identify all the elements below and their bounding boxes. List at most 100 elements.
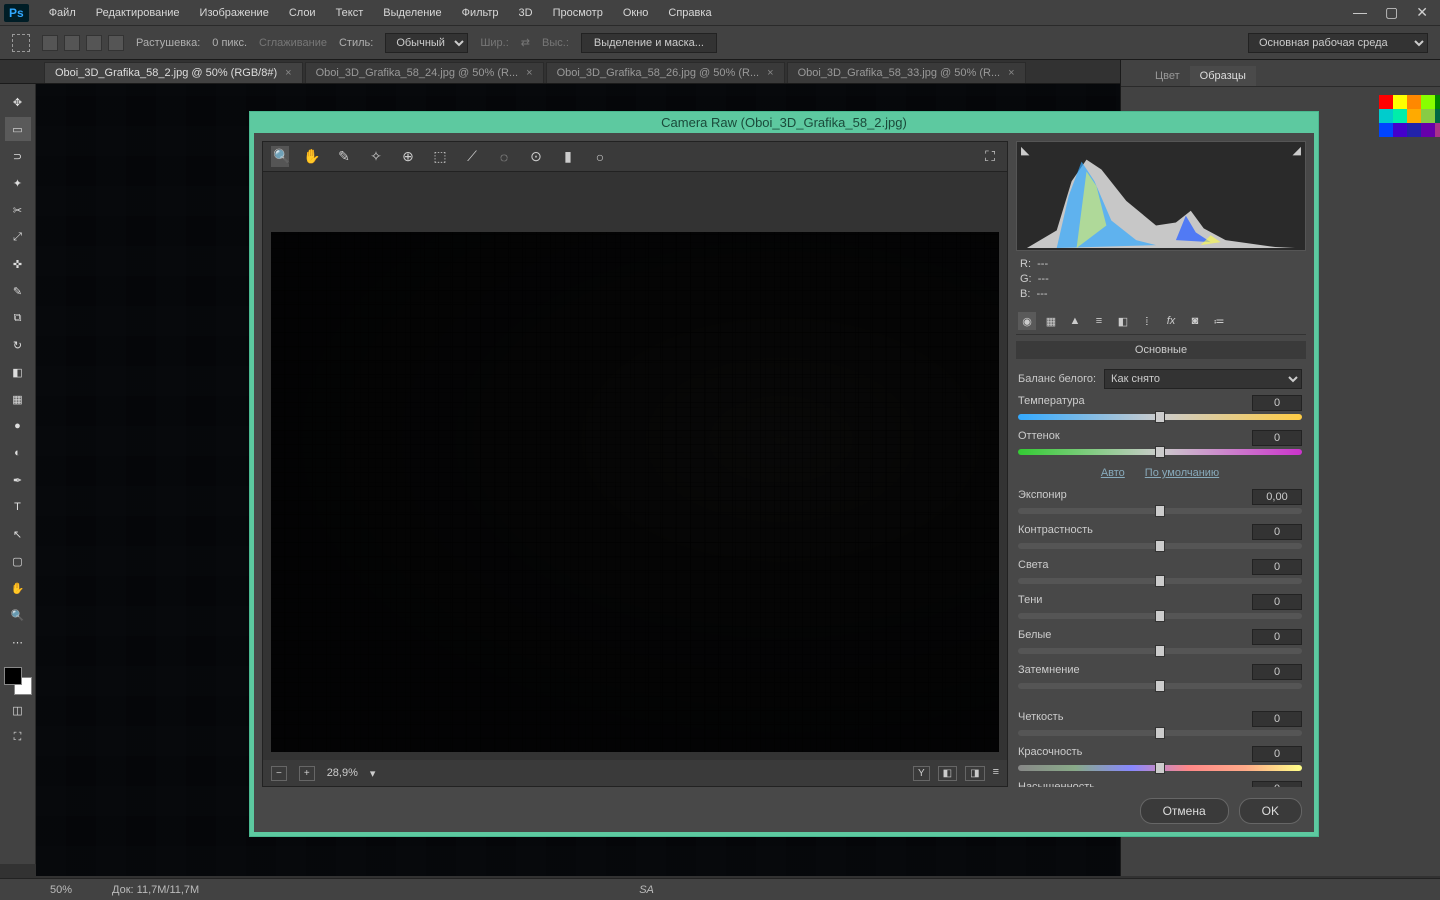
zoom-tool-icon[interactable]: 🔍 <box>5 603 31 627</box>
more-tools-icon[interactable]: ⋯ <box>5 630 31 654</box>
swatch-cell[interactable] <box>1393 123 1407 137</box>
gradient-tool-icon[interactable]: ▦ <box>5 387 31 411</box>
slider-track[interactable] <box>1018 508 1302 514</box>
eyedropper-tool-icon[interactable]: ⤢ <box>5 225 31 249</box>
cr-preview-before-icon[interactable]: ◨ <box>965 766 984 781</box>
slider-value-input[interactable] <box>1252 711 1302 727</box>
cr-crop-tool-icon[interactable]: ⬚ <box>431 148 449 165</box>
swatch-cell[interactable] <box>1421 95 1435 109</box>
cr-detail-tab-icon[interactable]: ▲ <box>1066 312 1084 330</box>
doc-tab-1[interactable]: Oboi_3D_Grafika_58_2.jpg @ 50% (RGB/8#)× <box>44 62 303 83</box>
slider-thumb[interactable] <box>1155 505 1165 517</box>
cr-hand-tool-icon[interactable]: ✋ <box>303 148 321 165</box>
swatch-cell[interactable] <box>1435 109 1440 123</box>
swatch-cell[interactable] <box>1407 123 1421 137</box>
slider-track[interactable] <box>1018 765 1302 771</box>
cr-preview[interactable] <box>271 232 999 752</box>
cr-preview-split-icon[interactable]: ◧ <box>938 766 957 781</box>
swatch-grid[interactable] <box>1367 87 1440 145</box>
slider-thumb[interactable] <box>1155 411 1165 423</box>
cr-zoomin-icon[interactable]: + <box>299 766 315 781</box>
cr-zoom-value[interactable]: 28,9% <box>327 767 358 779</box>
slider-thumb[interactable] <box>1155 540 1165 552</box>
cr-lens-tab-icon[interactable]: ⵂ <box>1138 312 1156 330</box>
swatch-cell[interactable] <box>1393 95 1407 109</box>
slider-value-input[interactable] <box>1252 430 1302 446</box>
cr-adjustbrush-tool-icon[interactable]: ▮ <box>559 148 577 165</box>
slider-track[interactable] <box>1018 730 1302 736</box>
slider-thumb[interactable] <box>1155 575 1165 587</box>
cr-zoom-tool-icon[interactable]: 🔍 <box>271 146 289 167</box>
close-icon[interactable]: ✕ <box>1416 4 1428 21</box>
screenmode-icon[interactable]: ⛶ <box>5 725 31 749</box>
slider-thumb[interactable] <box>1155 446 1165 458</box>
slider-value-input[interactable] <box>1252 559 1302 575</box>
tab-close-icon[interactable]: × <box>285 67 291 79</box>
slider-track[interactable] <box>1018 683 1302 689</box>
menu-text[interactable]: Текст <box>326 7 374 19</box>
menu-image[interactable]: Изображение <box>190 7 279 19</box>
workspace-select[interactable]: Основная рабочая среда <box>1248 33 1428 53</box>
menu-edit[interactable]: Редактирование <box>86 7 190 19</box>
cr-camera-tab-icon[interactable]: ◙ <box>1186 312 1204 330</box>
cr-colorsampler-tool-icon[interactable]: ✧ <box>367 148 385 165</box>
slider-value-input[interactable] <box>1252 629 1302 645</box>
slider-value-input[interactable] <box>1252 746 1302 762</box>
cr-target-tool-icon[interactable]: ⊕ <box>399 148 417 165</box>
select-and-mask-button[interactable]: Выделение и маска... <box>581 33 717 53</box>
slider-value-input[interactable] <box>1252 664 1302 680</box>
slider-track[interactable] <box>1018 414 1302 420</box>
tab-close-icon[interactable]: × <box>767 67 773 79</box>
swatch-cell[interactable] <box>1435 123 1440 137</box>
slider-track[interactable] <box>1018 449 1302 455</box>
cr-histogram[interactable]: ◣ ◢ <box>1016 141 1306 251</box>
cr-gradfilter-tool-icon[interactable]: ○ <box>591 149 609 165</box>
swatch-cell[interactable] <box>1435 95 1440 109</box>
sel-add-icon[interactable] <box>64 35 80 51</box>
maximize-icon[interactable]: ▢ <box>1385 4 1398 21</box>
slider-thumb[interactable] <box>1155 680 1165 692</box>
highlight-clip-icon[interactable]: ◢ <box>1293 144 1301 157</box>
blur-tool-icon[interactable]: ● <box>5 414 31 438</box>
cr-fullscreen-icon[interactable]: ⛶ <box>981 148 999 165</box>
cr-presets-tab-icon[interactable]: ≔ <box>1210 312 1228 330</box>
shape-tool-icon[interactable]: ▢ <box>5 549 31 573</box>
swatch-cell[interactable] <box>1379 123 1393 137</box>
swatch-cell[interactable] <box>1407 109 1421 123</box>
quickmask-icon[interactable]: ◫ <box>5 698 31 722</box>
cr-preview-y-icon[interactable]: Y <box>913 766 930 781</box>
dodge-tool-icon[interactable]: ◐ <box>5 441 31 465</box>
cr-basic-tab-icon[interactable]: ◉ <box>1018 312 1036 330</box>
menu-select[interactable]: Выделение <box>373 7 451 19</box>
tab-close-icon[interactable]: × <box>1008 67 1014 79</box>
menu-window[interactable]: Окно <box>613 7 659 19</box>
history-brush-icon[interactable]: ↻ <box>5 333 31 357</box>
ok-button[interactable]: OK <box>1239 798 1302 824</box>
swatch-cell[interactable] <box>1379 109 1393 123</box>
doc-tab-2[interactable]: Oboi_3D_Grafika_58_24.jpg @ 50% (R...× <box>305 62 544 83</box>
cancel-button[interactable]: Отмена <box>1140 798 1229 824</box>
eraser-tool-icon[interactable]: ◧ <box>5 360 31 384</box>
slider-track[interactable] <box>1018 543 1302 549</box>
type-tool-icon[interactable]: T <box>5 495 31 519</box>
menu-layers[interactable]: Слои <box>279 7 326 19</box>
default-link[interactable]: По умолчанию <box>1145 467 1219 479</box>
swatch-cell[interactable] <box>1421 123 1435 137</box>
marquee-tool-icon[interactable]: ▭ <box>5 117 31 141</box>
panel-tab-swatches[interactable]: Образцы <box>1190 66 1256 86</box>
marquee-preset-icon[interactable] <box>12 34 30 52</box>
heal-tool-icon[interactable]: ✜ <box>5 252 31 276</box>
feather-value[interactable]: 0 пикс. <box>212 37 247 49</box>
menu-help[interactable]: Справка <box>658 7 721 19</box>
cr-curve-tab-icon[interactable]: ▦ <box>1042 312 1060 330</box>
slider-value-input[interactable] <box>1252 524 1302 540</box>
status-zoom[interactable]: 50% <box>50 884 72 896</box>
tab-close-icon[interactable]: × <box>526 67 532 79</box>
slider-track[interactable] <box>1018 613 1302 619</box>
slider-track[interactable] <box>1018 648 1302 654</box>
hand-tool-icon[interactable]: ✋ <box>5 576 31 600</box>
sel-int-icon[interactable] <box>108 35 124 51</box>
sel-new-icon[interactable] <box>42 35 58 51</box>
swatch-cell[interactable] <box>1421 109 1435 123</box>
wb-select[interactable]: Как снято <box>1104 369 1302 389</box>
